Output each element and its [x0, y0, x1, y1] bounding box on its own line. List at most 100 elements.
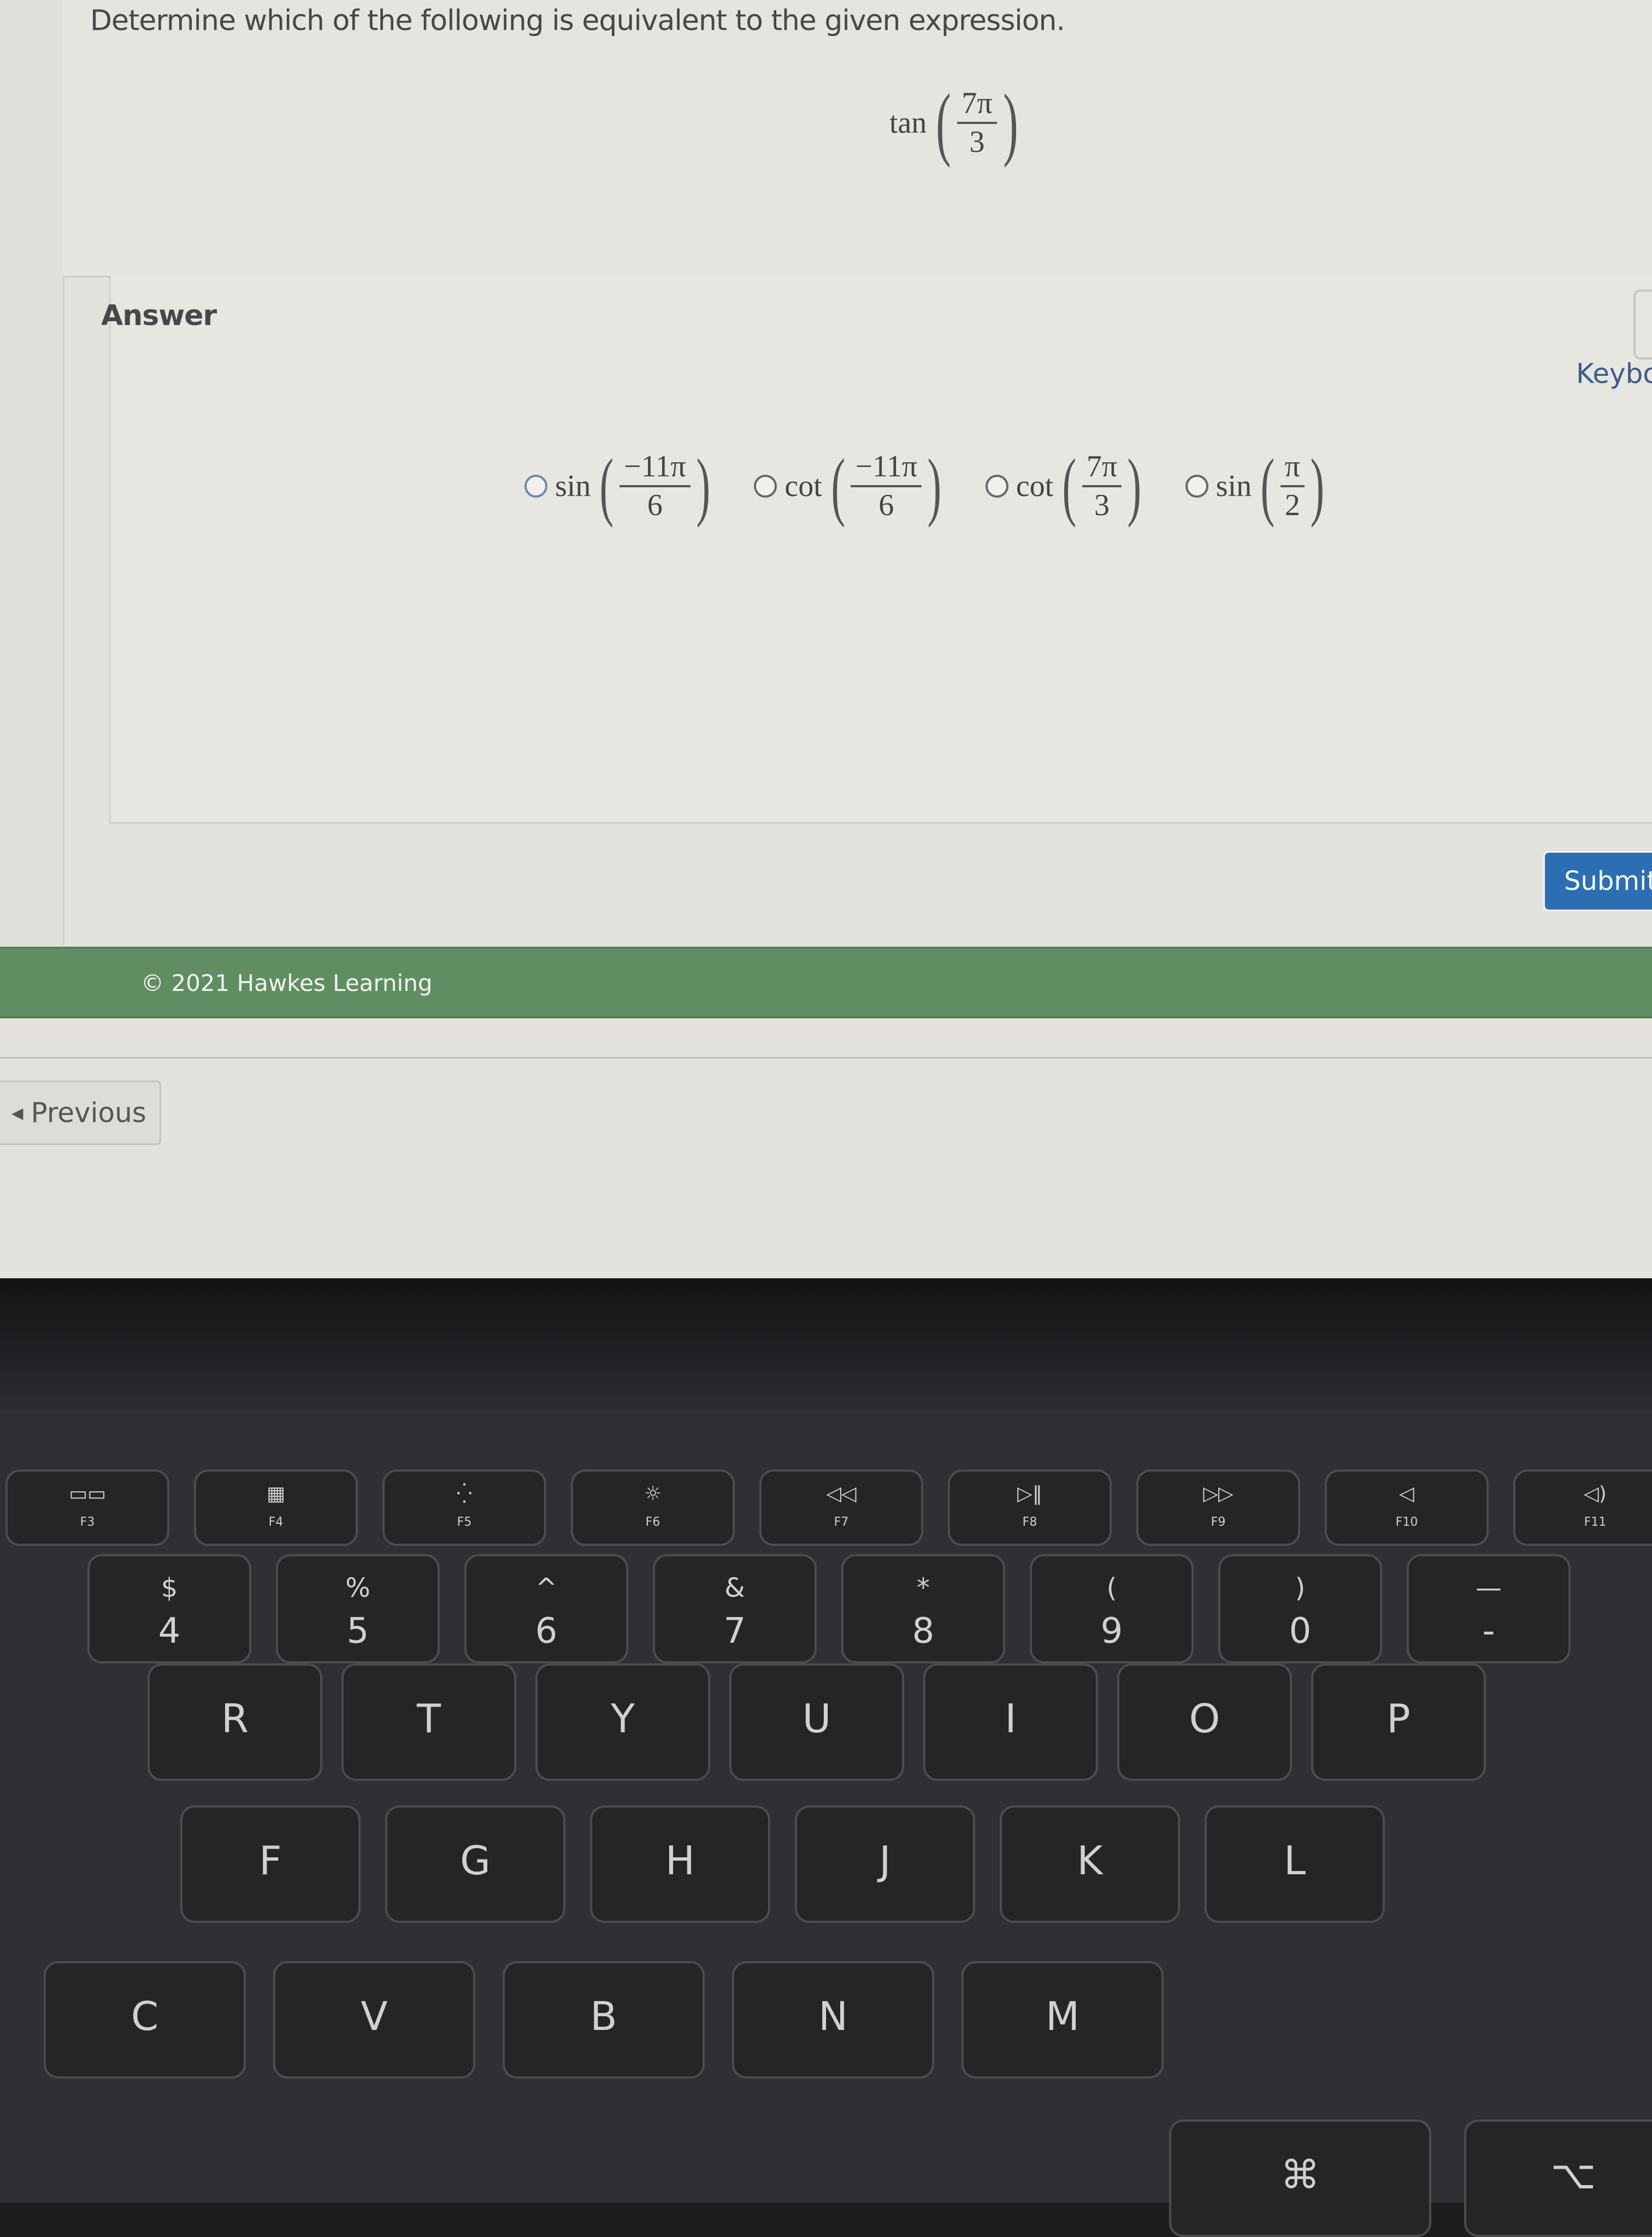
- option-fraction: −11π 6: [619, 450, 691, 522]
- key-f: F: [180, 1805, 361, 1923]
- left-paren: (: [599, 444, 614, 528]
- previous-label: Previous: [31, 1097, 146, 1129]
- key-letter: I: [1005, 1696, 1017, 1742]
- right-paren: ): [1002, 78, 1018, 168]
- key-letter: M: [1045, 1993, 1080, 2039]
- key-letter: H: [665, 1838, 695, 1884]
- key-letter: C: [131, 1993, 159, 2039]
- key-shift-symbol: (: [1106, 1573, 1117, 1603]
- key-f10: ◁ F10: [1325, 1469, 1489, 1546]
- key-l: L: [1205, 1805, 1385, 1923]
- key-letter: G: [460, 1838, 491, 1884]
- radio-button[interactable]: [985, 475, 1008, 498]
- key-shift-symbol: —: [1476, 1573, 1502, 1603]
- keyboard-link[interactable]: Keybo: [1576, 358, 1652, 389]
- key-y: Y: [535, 1663, 710, 1781]
- left-paren: (: [1062, 444, 1077, 528]
- left-paren: (: [936, 78, 952, 168]
- option-4[interactable]: sin ( π 2 ): [1185, 448, 1330, 524]
- radio-button[interactable]: [524, 475, 547, 498]
- left-margin: [0, 0, 64, 945]
- key-letter: L: [1283, 1838, 1306, 1884]
- key-i: I: [923, 1663, 1098, 1781]
- key-g: G: [385, 1805, 565, 1923]
- function-key-label: F7: [834, 1515, 849, 1529]
- right-paren: ): [696, 444, 710, 528]
- key-number: 6: [535, 1611, 558, 1651]
- option-2[interactable]: cot ( −11π 6 ): [754, 448, 947, 524]
- function-key-icon: ◁◁: [826, 1483, 857, 1505]
- answer-options: sin ( −11π 6 ) cot ( −11π 6 ) cot (7π 3…: [524, 448, 1330, 524]
- option-1[interactable]: sin ( −11π 6 ): [524, 448, 716, 524]
- fraction-bar: [1082, 485, 1122, 487]
- fraction-bar: [957, 122, 997, 124]
- radio-button[interactable]: [1185, 475, 1208, 498]
- command-icon: ⌘: [1281, 2152, 1320, 2198]
- fraction-bar: [851, 485, 922, 487]
- browser-screen: Determine which of the following is equi…: [0, 0, 1652, 1278]
- function-key-label: F3: [80, 1515, 95, 1529]
- key-6: ^ 6: [464, 1554, 628, 1663]
- key-m: M: [961, 1961, 1164, 2079]
- function-key-label: F5: [457, 1515, 472, 1529]
- key-number: 8: [912, 1611, 935, 1651]
- key-r: R: [148, 1663, 322, 1781]
- option-fraction: −11π 6: [851, 451, 922, 522]
- key-8: * 8: [841, 1554, 1005, 1663]
- given-fraction: 7π 3: [957, 87, 997, 158]
- fraction-bar: [1280, 485, 1305, 487]
- key-letter: R: [221, 1696, 249, 1742]
- function-key-icon: ▦: [266, 1483, 285, 1505]
- option-3[interactable]: cot ( 7π 3 ): [985, 444, 1147, 528]
- laptop-bezel: [0, 1278, 1652, 1409]
- key-shift-symbol: ): [1295, 1573, 1306, 1603]
- function-key-label: F11: [1584, 1515, 1607, 1529]
- key-letter: O: [1189, 1696, 1220, 1742]
- function-key-icon: ☼: [644, 1483, 662, 1505]
- option-function: sin: [555, 469, 591, 503]
- key-f5: ⁛ F5: [382, 1469, 546, 1546]
- function-key-label: F10: [1395, 1515, 1418, 1529]
- key-f4: ▦ F4: [194, 1469, 358, 1546]
- radio-button[interactable]: [754, 475, 777, 498]
- answer-panel: [109, 276, 1652, 824]
- key-number: -: [1482, 1611, 1495, 1651]
- option-function: cot: [1016, 469, 1054, 503]
- answer-label: Answer: [101, 299, 217, 332]
- option-function: sin: [1216, 469, 1252, 503]
- function-key-label: F4: [268, 1515, 284, 1529]
- key-number: 9: [1100, 1611, 1123, 1651]
- function-key-icon: ⁛: [456, 1483, 473, 1505]
- denominator: 3: [1094, 488, 1110, 522]
- key-command: ⌘: [1169, 2120, 1431, 2237]
- submit-button[interactable]: Submit: [1543, 851, 1652, 911]
- copyright-text: © 2021 Hawkes Learning: [141, 970, 433, 996]
- previous-button[interactable]: ◀ Previous: [0, 1081, 161, 1145]
- key-letter: P: [1386, 1696, 1411, 1742]
- key-number: 5: [346, 1611, 369, 1651]
- key-p: P: [1311, 1663, 1486, 1781]
- key-h: H: [590, 1805, 770, 1923]
- function-key-icon: ▷‖: [1017, 1483, 1042, 1505]
- key-letter: Y: [611, 1696, 635, 1742]
- key-k: K: [1000, 1805, 1180, 1923]
- key--: — -: [1407, 1554, 1571, 1663]
- given-expression: tan ( 7π 3 ): [889, 82, 1024, 164]
- key-f7: ◁◁ F7: [759, 1469, 923, 1546]
- numerator: −11π: [855, 450, 918, 484]
- key-shift-symbol: %: [345, 1573, 370, 1603]
- key-number: 7: [723, 1611, 746, 1651]
- key-letter: T: [417, 1696, 441, 1742]
- key-0: ) 0: [1218, 1554, 1382, 1663]
- key-o: O: [1117, 1663, 1292, 1781]
- key-j: J: [795, 1805, 975, 1923]
- question-prompt: Determine which of the following is equi…: [90, 4, 1065, 37]
- key-shift-symbol: *: [917, 1573, 930, 1603]
- numerator: −11π: [623, 450, 686, 484]
- key-letter: N: [818, 1993, 848, 2039]
- option-fraction: π 2: [1280, 451, 1305, 522]
- key-shift-symbol: $: [161, 1573, 178, 1603]
- function-key-icon: ◁: [1399, 1483, 1414, 1505]
- option-fraction: 7π 3: [1082, 451, 1122, 522]
- keyboard-toggle-box[interactable]: [1633, 290, 1652, 359]
